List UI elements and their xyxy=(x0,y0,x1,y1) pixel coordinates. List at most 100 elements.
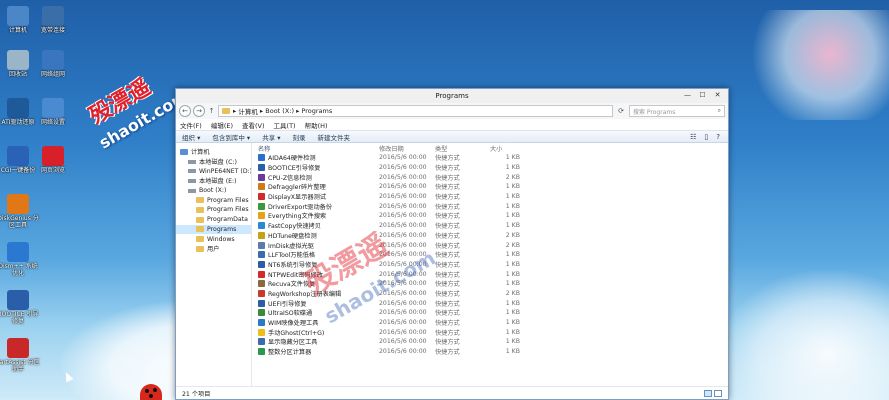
desktop-icon-network-settings[interactable]: 网络设置 xyxy=(31,98,75,126)
new-folder-button[interactable]: 新建文件夹 xyxy=(318,132,351,142)
organize-button[interactable]: 组织 ▾ xyxy=(182,132,200,142)
search-input[interactable]: 搜索 Programs ⌕ xyxy=(629,105,725,117)
tree-item[interactable]: 用户 xyxy=(176,244,251,254)
file-row[interactable]: 显示隐藏分区工具 2016/5/6 00:00 快捷方式 1 KB xyxy=(252,337,728,347)
minimize-icon[interactable]: — xyxy=(681,90,694,100)
file-row[interactable]: AIDA64硬件检测 2016/5/6 00:00 快捷方式 1 KB xyxy=(252,153,728,163)
address-sep-1: ▸ xyxy=(233,107,237,115)
burn-button[interactable]: 刻录 xyxy=(293,132,306,142)
desktop-icon-label: ATI驱动还原 xyxy=(1,119,35,126)
file-row[interactable]: HDTune硬盘检测 2016/5/6 00:00 快捷方式 2 KB xyxy=(252,231,728,241)
tree-item[interactable]: Windows xyxy=(176,234,251,244)
search-icon[interactable]: ⌕ xyxy=(718,107,721,115)
file-size: 1 KB xyxy=(505,280,520,288)
file-size: 2 KB xyxy=(505,173,520,181)
column-type[interactable]: 类型 xyxy=(435,144,490,153)
forward-icon[interactable]: → xyxy=(193,105,205,117)
desktop-icon-partassist[interactable]: PartAssist 分区助手 xyxy=(0,338,40,373)
tree-item[interactable]: Program Files xyxy=(176,195,251,205)
tree-item[interactable]: 本地磁盘 (E:) xyxy=(176,176,251,186)
file-row[interactable]: DriverExport驱动备份 2016/5/6 00:00 快捷方式 1 KB xyxy=(252,201,728,211)
shortcut-icon xyxy=(258,338,265,346)
desktop-icon-dism[interactable]: Dism++ 系统优化 xyxy=(0,242,40,277)
menu-tools[interactable]: 工具(T) xyxy=(274,120,296,130)
shortcut-icon xyxy=(258,309,265,317)
preview-pane-icon[interactable]: ▯ xyxy=(704,133,708,141)
file-row[interactable]: DisplayX显示器测试 2016/5/6 00:00 快捷方式 1 KB xyxy=(252,192,728,202)
tree-item[interactable]: WinPE64NET (D:) xyxy=(176,166,251,176)
file-type: 快捷方式 xyxy=(435,194,460,202)
file-type: 快捷方式 xyxy=(435,184,460,192)
share-button[interactable]: 共享 ▾ xyxy=(262,132,280,142)
file-size: 1 KB xyxy=(505,222,520,230)
file-size: 1 KB xyxy=(505,193,520,201)
tree-item-label: 本地磁盘 (C:) xyxy=(199,159,237,167)
file-row[interactable]: FastCopy快速拷贝 2016/5/6 00:00 快捷方式 1 KB xyxy=(252,221,728,231)
large-icons-view-icon[interactable] xyxy=(714,389,722,397)
help-icon[interactable]: ? xyxy=(716,133,720,141)
tree-item[interactable]: 本地磁盘 (C:) xyxy=(176,157,251,167)
column-name[interactable]: 名称 xyxy=(258,144,379,153)
file-type: 快捷方式 xyxy=(435,165,460,173)
menu-file[interactable]: 文件(F) xyxy=(180,120,202,130)
explorer-window: Programs — ☐ ✕ ← → ↑ ▸ 计算机 ▸ Boot (X:) ▸… xyxy=(175,88,729,400)
tree-item[interactable]: Programs xyxy=(176,224,251,235)
file-row[interactable]: Everything文件搜索 2016/5/6 00:00 快捷方式 1 KB xyxy=(252,211,728,221)
desktop-icon-label: PartAssist 分区助手 xyxy=(0,359,40,373)
breadcrumb-computer[interactable]: 计算机 xyxy=(238,106,258,116)
desktop-icon-label: 网络组网 xyxy=(40,71,65,78)
menu-help[interactable]: 帮助(H) xyxy=(305,120,328,130)
details-view-icon[interactable] xyxy=(704,389,712,397)
file-size: 2 KB xyxy=(505,241,520,249)
menu-view[interactable]: 查看(V) xyxy=(242,120,265,130)
address-bar[interactable]: ▸ 计算机 ▸ Boot (X:) ▸ Programs xyxy=(218,105,613,117)
file-type: 快捷方式 xyxy=(435,339,460,347)
partassist-icon xyxy=(7,338,29,358)
file-name-cell: Defraggler碎片整理 xyxy=(258,182,379,191)
tree-item[interactable]: ProgramData xyxy=(176,215,251,225)
refresh-icon[interactable]: ⟳ xyxy=(615,107,627,115)
shortcut-icon xyxy=(258,348,265,356)
file-row[interactable]: 手动Ghost(Ctrl+G) 2016/5/6 00:00 快捷方式 1 KB xyxy=(252,327,728,337)
file-type: 快捷方式 xyxy=(435,174,460,182)
view-options-icon[interactable]: ☷ xyxy=(690,133,696,141)
up-icon[interactable]: ↑ xyxy=(207,107,216,115)
breadcrumb-boot[interactable]: Boot (X:) xyxy=(265,107,294,115)
desktop-icon-network-connection[interactable]: 宽带连接 xyxy=(31,6,75,34)
column-size[interactable]: 大小 xyxy=(490,144,520,153)
file-type: 快捷方式 xyxy=(435,329,460,337)
desktop-icon-opera-browser[interactable]: 网页浏览 xyxy=(31,146,75,174)
desktop-icon-network[interactable]: 网络组网 xyxy=(31,50,75,78)
column-date[interactable]: 修改日期 xyxy=(379,144,435,153)
back-icon[interactable]: ← xyxy=(179,105,191,117)
file-type: 快捷方式 xyxy=(435,213,460,221)
file-size: 1 KB xyxy=(505,164,520,172)
desktop-icon-bootice[interactable]: BOOTICE 引导修复 xyxy=(0,290,40,325)
file-name-cell: Everything文件搜索 xyxy=(258,211,379,220)
file-row[interactable]: BOOTICE引导修复 2016/5/6 00:00 快捷方式 1 KB xyxy=(252,163,728,173)
tree-item-label: Programs xyxy=(207,225,237,233)
file-row[interactable]: CPU-Z信息检测 2016/5/6 00:00 快捷方式 2 KB xyxy=(252,172,728,182)
desktop-icon-diskgenius[interactable]: DiskGenius 分区工具 xyxy=(0,194,40,229)
include-in-library-button[interactable]: 包含到库中 ▾ xyxy=(212,132,250,142)
file-type: 快捷方式 xyxy=(435,252,460,260)
shortcut-icon xyxy=(258,251,265,259)
opera-browser-icon xyxy=(42,146,64,166)
tree-item[interactable]: Program Files (x86) xyxy=(176,205,251,215)
file-row[interactable]: Defraggler碎片整理 2016/5/6 00:00 快捷方式 1 KB xyxy=(252,182,728,192)
menu-edit[interactable]: 编辑(E) xyxy=(211,120,233,130)
close-icon[interactable]: ✕ xyxy=(711,90,724,100)
file-name: DriverExport驱动备份 xyxy=(268,203,333,211)
file-name: 手动Ghost(Ctrl+G) xyxy=(268,329,325,337)
breadcrumb-programs[interactable]: Programs xyxy=(301,107,332,115)
file-row[interactable]: WIM映像处理工具 2016/5/6 00:00 快捷方式 1 KB xyxy=(252,318,728,328)
title-bar[interactable]: Programs — ☐ ✕ xyxy=(176,89,728,103)
tree-item[interactable]: 计算机 xyxy=(176,147,251,157)
pink-flower-decoration xyxy=(740,10,889,120)
file-date: 2016/5/6 00:00 xyxy=(379,348,427,356)
maximize-icon[interactable]: ☐ xyxy=(696,90,709,100)
file-type: 快捷方式 xyxy=(435,203,460,211)
folder-icon xyxy=(196,216,204,223)
file-row[interactable]: 整数分区计算器 2016/5/6 00:00 快捷方式 1 KB xyxy=(252,347,728,357)
tree-item[interactable]: Boot (X:) xyxy=(176,186,251,196)
